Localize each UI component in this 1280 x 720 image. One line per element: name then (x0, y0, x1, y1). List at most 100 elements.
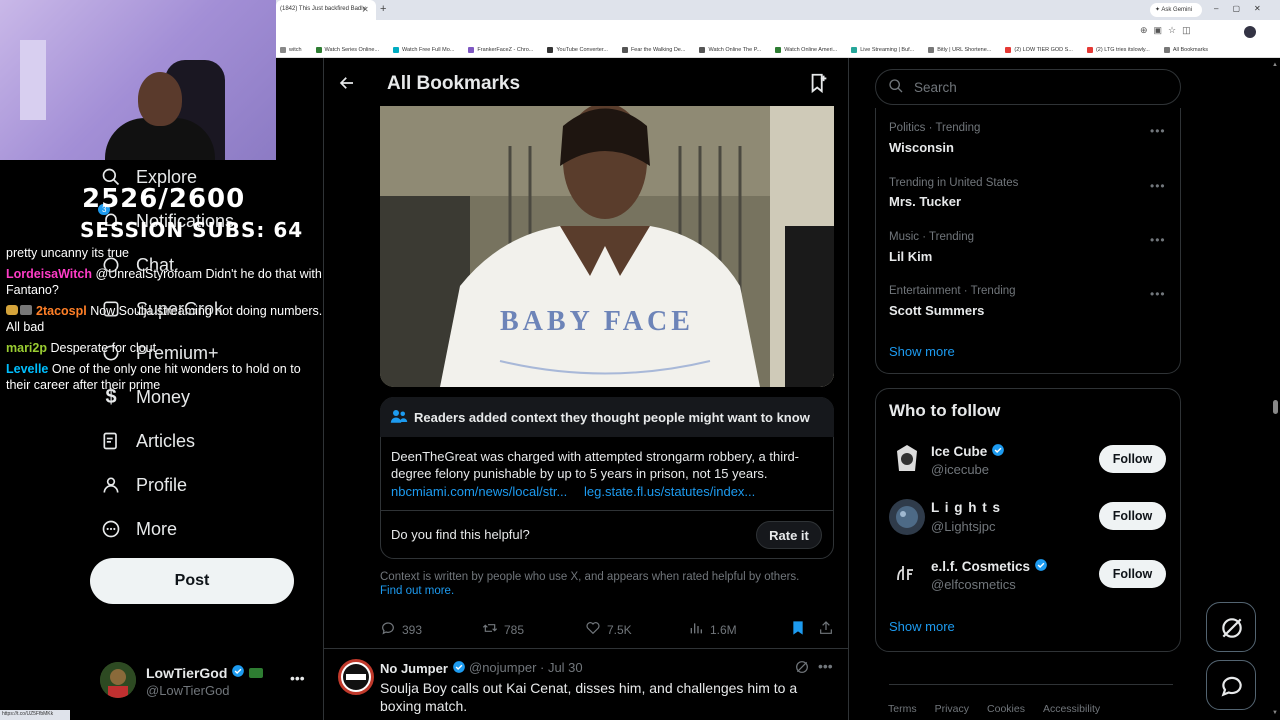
lights-avatar[interactable] (889, 499, 925, 535)
search-placeholder: Search (914, 79, 957, 95)
chat-line: 2tacospl Now Soulja streaming not doing … (6, 304, 323, 334)
webcam-feed (0, 0, 276, 160)
suggested-account-name[interactable]: e.l.f. Cosmetics (931, 558, 1048, 575)
chat-line: LordeisaWitch @UnrealStyrofoam Didn't he… (6, 267, 322, 297)
bookmark-favicon-icon (393, 46, 400, 53)
community-note-footer: Context is written by people who use X, … (380, 571, 800, 583)
suggested-account-handle: @elfcosmetics (931, 577, 1016, 592)
post-button[interactable]: Post (90, 558, 294, 604)
bookmark-item[interactable]: Bitly | URL Shortene... (928, 46, 991, 53)
status-bar-url: https://t.co/UZ5FfbMKk (0, 710, 70, 720)
bookmark-favicon-icon (775, 46, 782, 53)
nav-articles[interactable]: Articles (100, 426, 195, 456)
messages-fab-button[interactable] (1206, 660, 1256, 710)
bookmark-item[interactable]: FrankerFaceZ - Chro... (468, 46, 533, 53)
sub-goal-counter: 2526/2600 (82, 184, 246, 214)
community-note-text: DeenTheGreat was charged with attempted … (391, 449, 800, 481)
new-tab-icon[interactable]: + (380, 3, 386, 15)
follow-button[interactable]: Follow (1099, 445, 1166, 473)
community-note-link[interactable]: leg.state.fl.us/statutes/index... (584, 484, 755, 499)
account-more-icon[interactable]: ••• (290, 670, 305, 686)
trend-item[interactable]: Lil Kim (889, 249, 932, 264)
verified-badge-icon (452, 660, 466, 677)
chat-badge-icon (6, 305, 18, 315)
trend-more-icon[interactable]: ••• (1150, 233, 1166, 247)
trends-show-more-link[interactable]: Show more (889, 344, 955, 359)
trend-more-icon[interactable]: ••• (1150, 124, 1166, 138)
people-icon (390, 408, 408, 424)
post-image[interactable]: BABY FACE (380, 106, 834, 387)
search-input[interactable]: Search (875, 69, 1181, 105)
who-to-follow-show-more-link[interactable]: Show more (889, 619, 955, 634)
community-note-link[interactable]: nbcmiami.com/news/local/str... (391, 484, 567, 499)
footer-link-accessibility[interactable]: Accessibility (1043, 703, 1100, 715)
address-bar-icons[interactable]: ⊕▣☆◫ (1140, 25, 1197, 36)
footer-link-cookies[interactable]: Cookies (987, 703, 1025, 715)
bookmark-item[interactable]: Live Streaming | Buf... (851, 46, 914, 53)
bookmark-item[interactable]: Watch Series Online... (315, 46, 379, 53)
suggested-account-handle: @Lightsjpc (931, 519, 996, 534)
nav-profile[interactable]: Profile (100, 470, 187, 500)
close-tab-icon[interactable]: ✕ (362, 5, 369, 14)
scrollbar-up-arrow[interactable]: ▲ (1272, 62, 1278, 68)
reply-action[interactable]: 393 (380, 620, 422, 639)
bookmark-icon[interactable] (790, 620, 806, 641)
next-post-text: Soulja Boy calls out Kai Cenat, disses h… (380, 680, 798, 714)
bookmark-favicon-icon (1005, 46, 1012, 53)
bookmark-item[interactable]: Watch Online Ameri... (775, 46, 837, 53)
footer-link-terms[interactable]: Terms (888, 703, 917, 715)
grok-icon[interactable] (794, 659, 810, 675)
suggested-account-handle: @icecube (931, 462, 990, 477)
trend-more-icon[interactable]: ••• (1150, 179, 1166, 193)
next-post-author[interactable]: No Jumper (380, 660, 466, 677)
jersey-text: BABY FACE (500, 306, 694, 337)
views-action[interactable]: 1.6M (688, 620, 737, 639)
bookmark-item[interactable]: Fear the Walking De... (621, 46, 685, 53)
rate-it-button[interactable]: Rate it (756, 521, 822, 549)
bookmark-item[interactable]: All Bookmarks (1163, 46, 1208, 53)
account-avatar[interactable] (100, 662, 136, 698)
bookmark-item[interactable]: Watch Online The P... (699, 46, 761, 53)
account-name[interactable]: LowTierGod (146, 664, 264, 681)
articles-icon (100, 430, 122, 452)
suggested-account-name[interactable]: Ice Cube (931, 443, 1005, 460)
ask-gemini-button[interactable]: ✦ Ask Gemini (1150, 3, 1202, 17)
grok-fab-button[interactable] (1206, 602, 1256, 652)
grok-icon (1219, 615, 1245, 646)
trend-item[interactable]: Wisconsin (889, 140, 954, 155)
find-out-more-link[interactable]: Find out more. (380, 585, 454, 597)
post-more-icon[interactable]: ••• (818, 658, 833, 674)
suggested-account-name[interactable]: L i g h t s (931, 500, 1001, 515)
scrollbar-down-arrow[interactable]: ▼ (1272, 710, 1278, 716)
bookmark-add-icon[interactable] (808, 72, 830, 94)
like-action[interactable]: 7.5K (585, 620, 632, 639)
webcam-streamer-head (138, 72, 182, 126)
nav-more[interactable]: More (100, 514, 177, 544)
elf-avatar[interactable] (889, 556, 925, 592)
verified-badge-icon (1034, 558, 1048, 575)
bookmark-item[interactable]: Watch Free Full Mo... (393, 46, 454, 53)
bookmark-item[interactable]: witch (280, 46, 302, 53)
ice-cube-avatar[interactable] (889, 441, 925, 477)
scrollbar-thumb[interactable] (1273, 400, 1278, 414)
trend-item[interactable]: Scott Summers (889, 303, 984, 318)
trend-item[interactable]: Mrs. Tucker (889, 194, 961, 209)
bookmark-item[interactable]: (2) LOW TIER GOD S... (1005, 46, 1073, 53)
window-controls[interactable]: –▢✕ (1214, 4, 1275, 13)
bookmark-item[interactable]: YouTube Converter... (547, 46, 608, 53)
repost-action[interactable]: 785 (482, 620, 524, 639)
follow-button[interactable]: Follow (1099, 560, 1166, 588)
browser-tab[interactable]: (1842) This Just backfired Badly (276, 0, 376, 20)
no-jumper-avatar[interactable] (338, 659, 374, 695)
browser-profile-avatar[interactable] (1244, 26, 1256, 38)
share-icon[interactable] (818, 620, 834, 641)
bookmark-item[interactable]: (2) LTG tries itslowly... (1086, 46, 1150, 53)
trend-more-icon[interactable]: ••• (1150, 287, 1166, 301)
footer-link-privacy[interactable]: Privacy (935, 703, 969, 715)
follow-button[interactable]: Follow (1099, 502, 1166, 530)
back-arrow-icon[interactable] (338, 74, 356, 97)
reply-icon (380, 620, 396, 639)
address-bar[interactable] (276, 20, 1280, 42)
account-flair-icon (249, 667, 264, 678)
chat-line: pretty uncanny its true (6, 246, 129, 260)
